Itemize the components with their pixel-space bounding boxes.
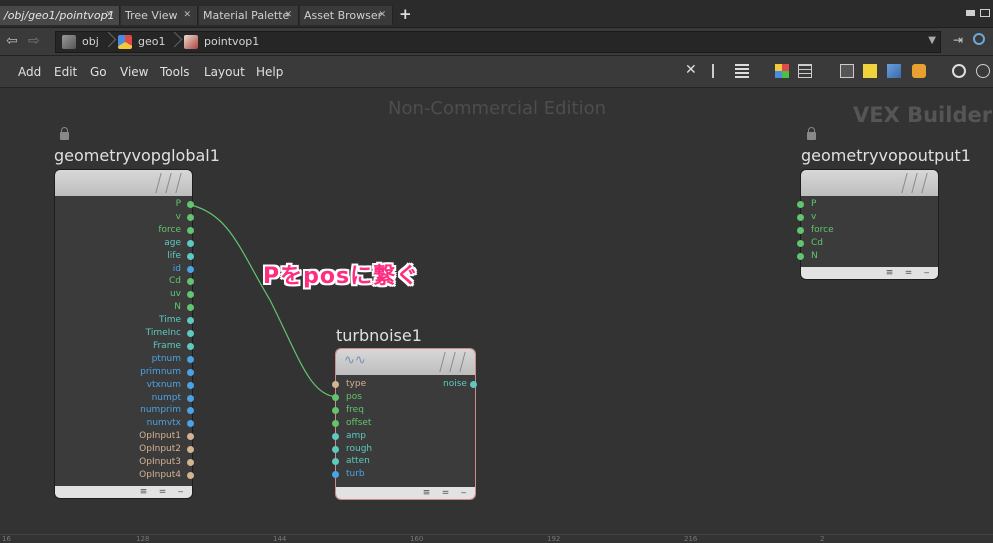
node-name-turbnoise: turbnoise1 <box>336 326 422 345</box>
input-port-p[interactable] <box>797 201 804 208</box>
input-port-pos[interactable] <box>332 393 339 401</box>
input-port-offset[interactable] <box>332 419 339 427</box>
input-port-freq[interactable] <box>332 406 339 414</box>
port-label-p: P <box>811 199 817 209</box>
port-label-vtxnum: vtxnum <box>146 379 181 390</box>
annotation-text: Pをposに繋ぐ <box>263 264 420 289</box>
wire-p-to-pos[interactable] <box>190 204 338 398</box>
input-port-n[interactable] <box>797 252 804 260</box>
node-turbnoise1[interactable]: ∿∿ type pos freq offset amp rough atten turb no… <box>332 348 477 500</box>
node-footer[interactable]: ≡ = ‒ <box>801 267 938 279</box>
output-port-age[interactable] <box>187 239 194 247</box>
output-port-life[interactable] <box>187 252 194 260</box>
port-label-atten: atten <box>346 456 370 467</box>
port-label-cd: Cd <box>169 276 181 287</box>
input-port-atten[interactable] <box>332 458 339 466</box>
output-port-primnum[interactable] <box>187 368 194 376</box>
lock-icon[interactable] <box>807 127 816 140</box>
input-port-force[interactable] <box>797 226 804 234</box>
port-label-pos: pos <box>346 391 362 402</box>
output-port-time[interactable] <box>187 317 194 325</box>
port-label-v: v <box>811 211 817 222</box>
node-footer[interactable]: ≡ = ‒ <box>336 487 475 499</box>
output-port-numpt[interactable] <box>187 394 194 402</box>
port-label-primnum: primnum <box>140 366 181 377</box>
port-label-id: id <box>172 263 181 274</box>
output-port-frame[interactable] <box>187 342 194 350</box>
port-label-opinput1: OpInput1 <box>139 431 181 442</box>
port-label-n: N <box>174 302 181 313</box>
output-port-timeinc[interactable] <box>187 330 194 337</box>
output-port-numvtx[interactable] <box>187 420 194 428</box>
port-label-opinput3: OpInput3 <box>139 457 181 467</box>
output-port-opinput4[interactable] <box>187 471 194 479</box>
input-port-cd[interactable] <box>797 239 804 247</box>
port-label-ptnum: ptnum <box>151 353 181 364</box>
port-label-numvtx: numvtx <box>146 418 181 429</box>
input-port-turb[interactable] <box>332 471 339 479</box>
port-label-amp: amp <box>346 430 366 441</box>
node-geometryvopoutput1[interactable]: Pv force Cd N ≡ = ‒ <box>797 169 939 280</box>
port-label-type: type <box>346 379 367 389</box>
output-port-numprim[interactable] <box>187 407 194 415</box>
port-label-timeinc: TimeInc <box>145 328 181 338</box>
node-geometryvopglobal1[interactable]: Pv force age life id Cd uv N Time TimeInc Frame ptn… <box>54 169 194 499</box>
port-label-offset: offset <box>346 417 372 428</box>
port-label-v: v <box>175 211 181 222</box>
port-label-uv: uv <box>169 289 181 300</box>
node-header[interactable] <box>55 170 192 196</box>
input-port-type[interactable] <box>332 381 339 388</box>
port-label-force: force <box>158 224 181 235</box>
port-label-numprim: numprim <box>140 405 181 416</box>
output-port-cd[interactable] <box>187 278 194 286</box>
output-port-v[interactable] <box>187 213 194 221</box>
output-port-id[interactable] <box>187 265 194 273</box>
output-port-n[interactable] <box>187 304 194 312</box>
port-label-turb: turb <box>346 469 365 480</box>
lock-icon[interactable] <box>60 127 69 140</box>
port-label-numpt: numpt <box>151 392 181 403</box>
node-name-output: geometryvopoutput1 <box>801 146 971 165</box>
port-label-n: N <box>811 250 818 261</box>
port-label-life: life <box>167 250 181 261</box>
port-label-opinput4: OpInput4 <box>139 469 181 480</box>
output-port-ptnum[interactable] <box>187 355 194 363</box>
node-footer[interactable]: ≡ = ‒ <box>55 486 192 498</box>
output-port-uv[interactable] <box>187 291 194 299</box>
port-label-opinput2: OpInput2 <box>139 444 181 455</box>
port-label-frame: Frame <box>152 340 181 351</box>
port-label-time: Time <box>158 315 181 326</box>
output-port-opinput3[interactable] <box>187 459 194 466</box>
output-port-force[interactable] <box>187 226 194 234</box>
output-port-opinput1[interactable] <box>187 433 194 441</box>
input-port-amp[interactable] <box>332 432 339 440</box>
node-name-global: geometryvopglobal1 <box>54 146 220 165</box>
port-label-age: age <box>164 237 181 248</box>
output-port-noise[interactable] <box>470 381 477 388</box>
output-port-opinput2[interactable] <box>187 446 194 454</box>
port-label-noise: noise <box>443 379 467 389</box>
output-port-p[interactable] <box>187 201 194 208</box>
port-label-cd: Cd <box>811 237 823 248</box>
input-port-rough[interactable] <box>332 445 339 453</box>
input-port-v[interactable] <box>797 213 804 221</box>
port-label-rough: rough <box>346 443 373 454</box>
port-label-force: force <box>811 224 834 235</box>
port-label-p: P <box>175 199 181 209</box>
node-header[interactable] <box>801 170 938 196</box>
node-header[interactable]: ∿∿ <box>336 349 475 375</box>
noise-wave-icon: ∿∿ <box>344 353 366 368</box>
port-label-freq: freq <box>346 404 364 415</box>
output-port-vtxnum[interactable] <box>187 381 194 389</box>
